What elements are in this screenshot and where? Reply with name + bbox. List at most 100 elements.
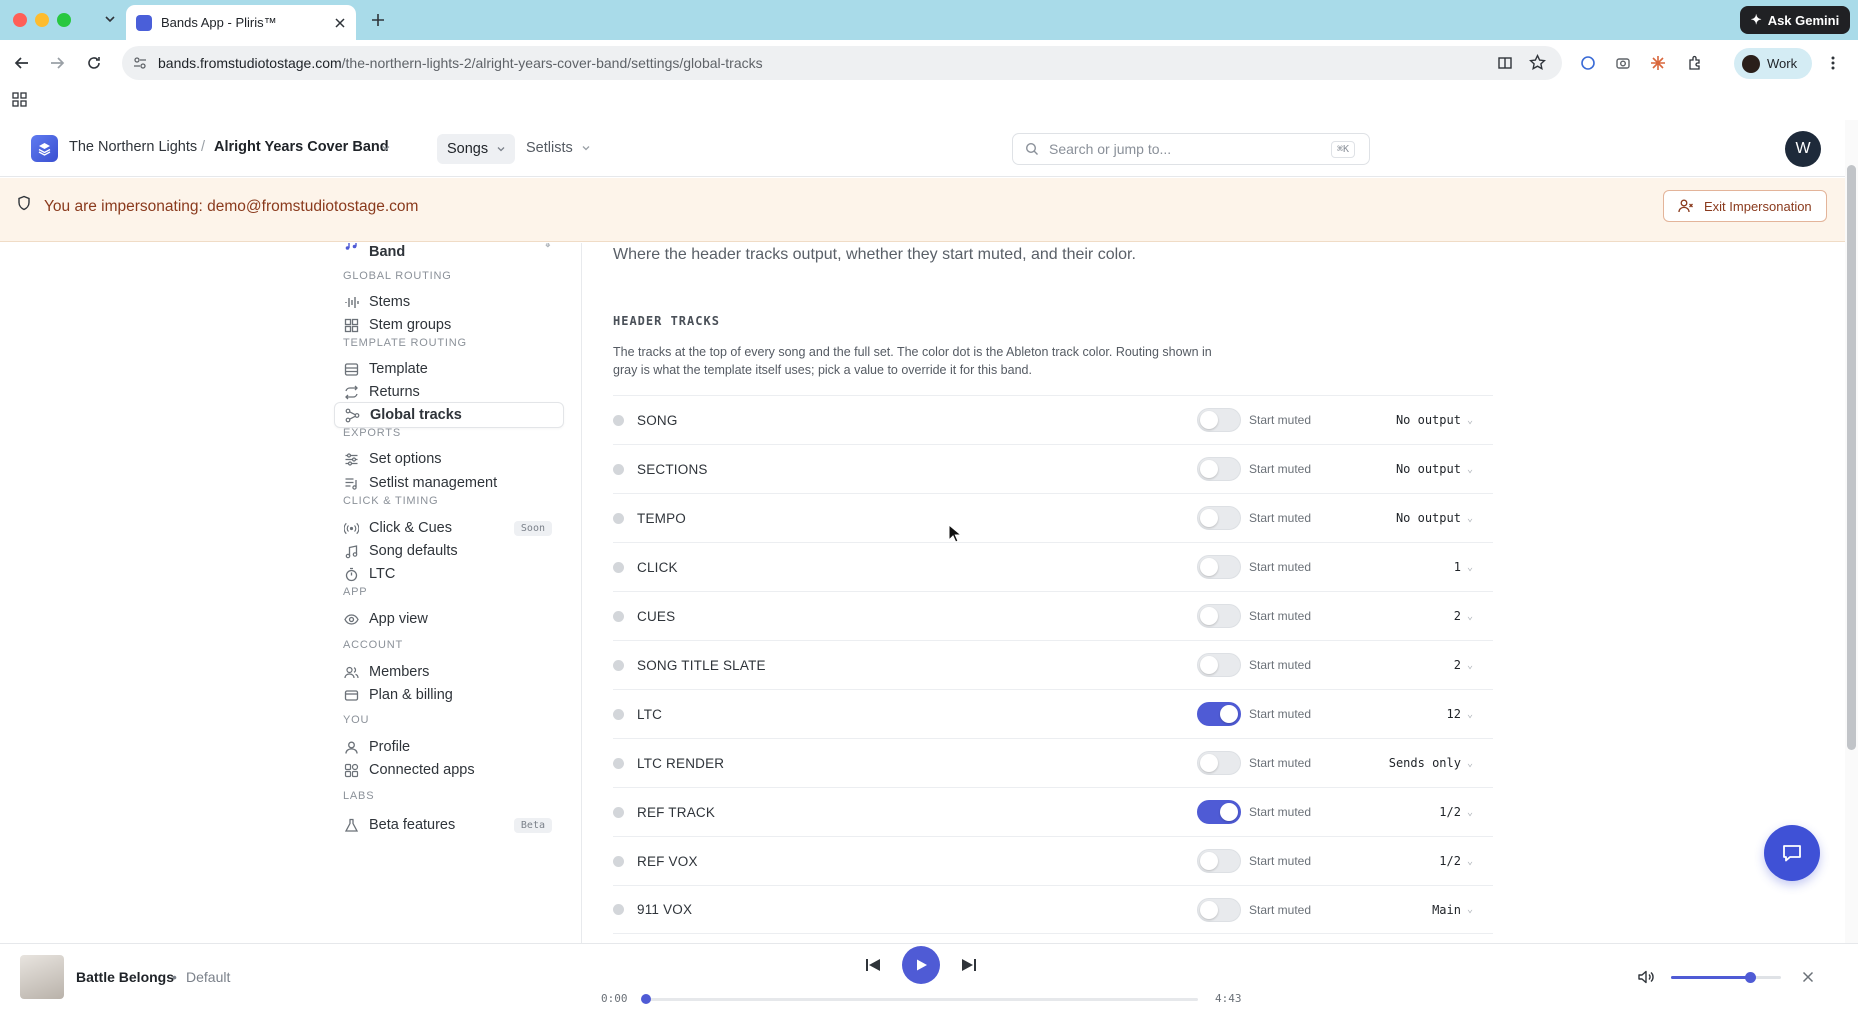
header-tracks-description: The tracks at the top of every song and …	[613, 345, 1212, 377]
start-muted-toggle[interactable]	[1197, 604, 1241, 628]
track-color-dot[interactable]	[613, 561, 624, 573]
player-progress-bar[interactable]	[643, 998, 1198, 1001]
claude-extension-icon[interactable]	[1650, 55, 1666, 71]
track-color-dot[interactable]	[613, 806, 624, 818]
page-scrollbar-thumb[interactable]	[1847, 165, 1856, 750]
reload-icon[interactable]	[86, 55, 102, 71]
user-avatar[interactable]: W	[1785, 131, 1821, 167]
start-muted-toggle[interactable]	[1197, 751, 1241, 775]
track-name: TEMPO	[637, 510, 687, 526]
chevron-down-icon: ⌄	[1466, 414, 1473, 426]
maximize-window-button[interactable]	[57, 13, 71, 27]
output-select[interactable]: 1 ⌄	[1454, 560, 1473, 574]
output-select[interactable]: No output ⌄	[1396, 413, 1473, 427]
start-muted-toggle[interactable]	[1197, 555, 1241, 579]
track-color-dot[interactable]	[613, 610, 624, 622]
output-select[interactable]: 2 ⌄	[1454, 658, 1473, 672]
track-color-dot[interactable]	[613, 757, 624, 769]
track-color-dot[interactable]	[613, 855, 624, 867]
sidebar-item-stem-groups[interactable]: Stem groups	[334, 312, 564, 338]
chevron-down-icon: ⌄	[1466, 806, 1473, 818]
output-select[interactable]: 12 ⌄	[1447, 707, 1473, 721]
nav-setlists[interactable]: Setlists	[526, 140, 591, 156]
reading-mode-icon[interactable]	[1497, 55, 1513, 71]
track-row: SECTIONS Start muted No output ⌄	[613, 444, 1493, 493]
sidebar-item-connected-apps[interactable]: Connected apps	[334, 757, 564, 783]
sidebar-item-setlist-management[interactable]: Setlist management	[334, 470, 564, 496]
start-muted-toggle[interactable]	[1197, 800, 1241, 824]
timer-icon	[344, 567, 359, 582]
start-muted-toggle[interactable]	[1197, 897, 1241, 922]
close-tab-icon[interactable]	[334, 17, 346, 29]
search-input[interactable]: Search or jump to... ⌘K	[1012, 133, 1370, 165]
track-color-dot[interactable]	[613, 659, 624, 671]
track-row: TEMPO Start muted No output ⌄	[613, 493, 1493, 542]
output-select[interactable]: Sends only ⌄	[1389, 756, 1473, 770]
track-color-dot[interactable]	[613, 904, 624, 915]
start-muted-toggle[interactable]	[1197, 702, 1241, 726]
play-button[interactable]	[902, 946, 940, 984]
breadcrumb-band[interactable]: Alright Years Cover Band	[214, 139, 389, 155]
track-name: SONG	[637, 412, 678, 428]
bookmark-star-icon[interactable]	[1529, 54, 1546, 71]
volume-icon[interactable]	[1637, 968, 1655, 986]
output-select[interactable]: 1/2 ⌄	[1439, 805, 1473, 819]
close-player-icon[interactable]	[1802, 971, 1814, 983]
sidebar-item-plan-billing[interactable]: Plan & billing	[334, 682, 564, 708]
sidebar-band-item[interactable]: Alright Years Cover Band ⇕	[334, 243, 564, 260]
chat-icon	[1781, 842, 1803, 864]
band-switcher-chevron-icon[interactable]	[381, 143, 391, 153]
back-icon[interactable]	[14, 55, 30, 71]
sidebar-section-account: ACCOUNT	[343, 639, 403, 651]
output-select[interactable]: No output ⌄	[1396, 462, 1473, 476]
app-logo-icon[interactable]	[31, 135, 58, 162]
start-muted-toggle[interactable]	[1197, 408, 1241, 432]
chevron-updown-icon[interactable]: ⇕	[544, 243, 552, 250]
start-muted-toggle[interactable]	[1197, 506, 1241, 530]
chat-support-button[interactable]	[1764, 825, 1820, 881]
profile-avatar	[1742, 54, 1760, 73]
track-color-dot[interactable]	[613, 414, 624, 426]
sidebar-item-label: Beta features	[369, 817, 456, 833]
track-color-dot[interactable]	[613, 512, 624, 524]
browser-menu-icon[interactable]	[1830, 55, 1836, 71]
sidebar-item-label: Setlist management	[369, 475, 498, 491]
sidebar-item-ltc[interactable]: LTC	[334, 561, 564, 587]
output-select[interactable]: 1/2 ⌄	[1439, 854, 1473, 868]
output-select[interactable]: Main ⌄	[1432, 903, 1473, 917]
breadcrumb-org[interactable]: The Northern Lights	[69, 139, 197, 155]
extension-icon[interactable]	[1580, 55, 1596, 71]
start-muted-toggle[interactable]	[1197, 849, 1241, 873]
new-tab-icon[interactable]	[370, 12, 386, 28]
address-bar[interactable]: bands.fromstudiotostage.com/the-northern…	[122, 46, 1562, 80]
sidebar-item-global-tracks[interactable]: Global tracks	[334, 402, 564, 428]
previous-track-icon[interactable]	[864, 956, 882, 974]
extensions-puzzle-icon[interactable]	[1687, 55, 1703, 71]
ask-gemini-button[interactable]: ✦ Ask Gemini	[1740, 6, 1850, 34]
apps-grid-icon[interactable]	[12, 92, 27, 107]
site-settings-icon[interactable]	[133, 56, 147, 70]
exit-impersonation-button[interactable]: Exit Impersonation	[1663, 190, 1827, 222]
start-muted-toggle[interactable]	[1197, 457, 1241, 481]
track-color-dot[interactable]	[613, 463, 624, 475]
output-select[interactable]: 2 ⌄	[1454, 609, 1473, 623]
next-track-icon[interactable]	[960, 956, 978, 974]
camera-extension-icon[interactable]	[1615, 55, 1631, 71]
close-window-button[interactable]	[13, 13, 27, 27]
player-song-title[interactable]: Battle Belongs	[76, 969, 174, 985]
forward-icon[interactable]	[49, 55, 65, 71]
player-progress-knob[interactable]	[641, 994, 651, 1004]
tab-list-chevron-icon[interactable]	[103, 12, 117, 26]
track-color-dot[interactable]	[613, 708, 624, 720]
sidebar-item-set-options[interactable]: Set options	[334, 446, 564, 472]
browser-tab[interactable]: Bands App - Pliris™	[126, 5, 356, 40]
sidebar-item-beta-features[interactable]: Beta features Beta	[334, 812, 564, 838]
output-select[interactable]: No output ⌄	[1396, 511, 1473, 525]
sidebar-item-app-view[interactable]: App view	[334, 606, 564, 632]
minimize-window-button[interactable]	[35, 13, 49, 27]
layout-icon	[344, 362, 359, 377]
start-muted-toggle[interactable]	[1197, 653, 1241, 677]
nav-songs[interactable]: Songs	[437, 134, 515, 164]
profile-chip[interactable]: Work	[1734, 48, 1812, 79]
sidebar-item-label: Stems	[369, 294, 411, 310]
